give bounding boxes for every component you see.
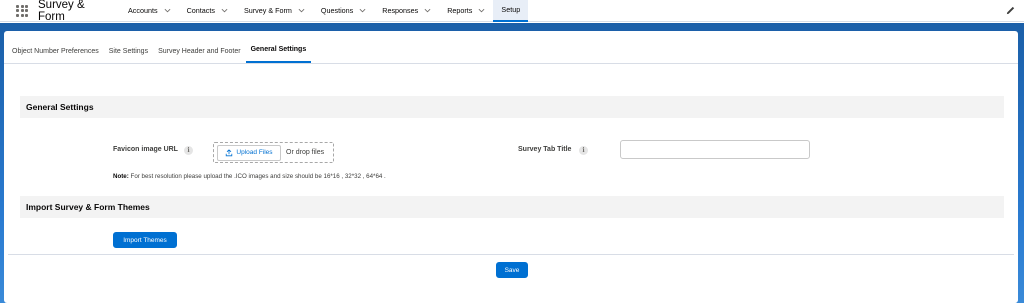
nav-item-questions[interactable]: Questions [313,0,374,22]
app-launcher-icon[interactable] [16,4,28,17]
nav-items: Accounts Contacts Survey & Form Questions Re… [120,0,529,22]
nav-item-label: Setup [501,5,521,14]
nav-item-label: Survey & Form [243,6,292,15]
survey-tab-title-label: Survey Tab Title [518,146,572,153]
nav-item-label: Responses [382,6,419,15]
nav-item-label: Contacts [186,6,215,15]
chevron-down-icon[interactable] [359,7,366,14]
favicon-dropzone[interactable]: Upload Files Or drop files [213,142,334,163]
edit-nav-icon[interactable] [1005,5,1016,16]
chevron-down-icon[interactable] [298,7,305,14]
nav-item-label: Questions [320,6,354,15]
nav-item-accounts[interactable]: Accounts [120,0,179,22]
chevron-down-icon[interactable] [164,7,171,14]
favicon-info-icon[interactable]: i [184,146,193,155]
nav-item-responses[interactable]: Responses [374,0,439,22]
import-themes-button[interactable]: Import Themes [113,232,177,248]
tab-object-number-preferences[interactable]: Object Number Preferences [4,30,104,63]
favicon-label: Favicon image URL [113,146,178,153]
nav-item-label: Reports [447,6,473,15]
general-settings-header: General Settings [20,96,1004,118]
survey-tab-title-info-icon[interactable]: i [579,146,588,155]
note-text: For best resolution please upload the .I… [130,173,386,180]
favicon-note: Note: For best resolution please upload … [113,173,386,180]
tab-site-settings[interactable]: Site Settings [104,30,153,63]
footer-divider [8,254,1014,255]
survey-tab-title-input[interactable] [620,140,810,159]
app-name: Survey & Form [38,0,85,23]
nav-item-contacts[interactable]: Contacts [179,0,236,22]
chevron-down-icon[interactable] [478,7,485,14]
chevron-down-icon[interactable] [424,7,431,14]
tab-survey-header-and-footer[interactable]: Survey Header and Footer [153,30,246,63]
nav-item-survey-form[interactable]: Survey & Form [236,0,313,22]
global-nav: Survey & Form Accounts Contacts Survey & F… [0,0,1024,23]
note-prefix: Note: [113,173,129,180]
chevron-down-icon[interactable] [221,7,228,14]
nav-item-reports[interactable]: Reports [439,0,493,22]
settings-tabs: Object Number Preferences Site Settings Su… [4,31,1018,64]
upload-icon [226,149,233,156]
tab-general-settings[interactable]: General Settings [245,30,312,63]
nav-item-setup[interactable]: Setup [493,0,529,22]
drop-files-label: Or drop files [286,149,325,156]
upload-files-label: Upload Files [236,149,273,156]
import-themes-header: Import Survey & Form Themes [20,196,1004,218]
save-button[interactable]: Save [496,262,528,278]
nav-item-label: Accounts [128,6,158,15]
upload-files-button[interactable]: Upload Files [217,144,281,161]
